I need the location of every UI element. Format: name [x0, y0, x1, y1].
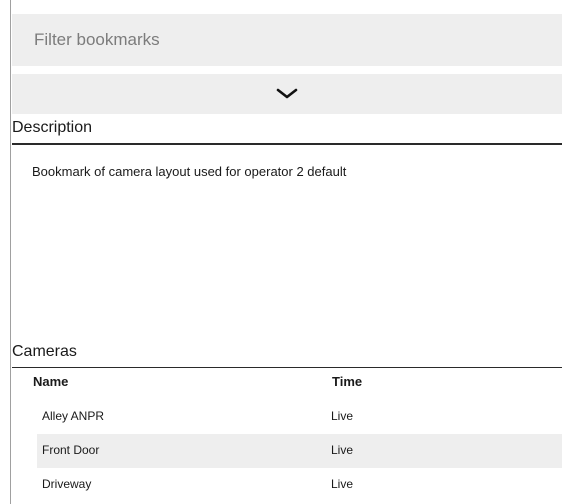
column-header-name[interactable]: Name: [33, 374, 68, 389]
bookmark-details-panel: Description Bookmark of camera layout us…: [0, 0, 562, 504]
column-header-time[interactable]: Time: [332, 374, 362, 389]
table-row[interactable]: Front Door Live: [12, 434, 562, 468]
camera-name: Front Door: [42, 443, 100, 457]
cameras-table: Name Time Alley ANPR Live Front Door Liv…: [12, 370, 562, 502]
table-row[interactable]: Alley ANPR Live: [12, 400, 562, 434]
camera-name: Driveway: [42, 477, 92, 491]
collapse-toggle-button[interactable]: [12, 74, 562, 114]
description-divider: [12, 143, 562, 145]
chevron-down-icon: [276, 88, 298, 100]
camera-name: Alley ANPR: [42, 409, 105, 423]
cameras-divider: [12, 367, 562, 368]
description-heading: Description: [12, 119, 93, 136]
panel-left-border: [10, 0, 11, 504]
camera-time: Live: [331, 477, 354, 491]
camera-time: Live: [331, 409, 354, 423]
cameras-table-header: Name Time: [12, 370, 562, 400]
filter-bar[interactable]: [12, 14, 562, 66]
cameras-heading: Cameras: [12, 343, 77, 360]
filter-bookmarks-input[interactable]: [34, 30, 534, 50]
camera-time: Live: [331, 443, 354, 457]
description-text: Bookmark of camera layout used for opera…: [32, 164, 347, 179]
table-row[interactable]: Driveway Live: [12, 468, 562, 502]
